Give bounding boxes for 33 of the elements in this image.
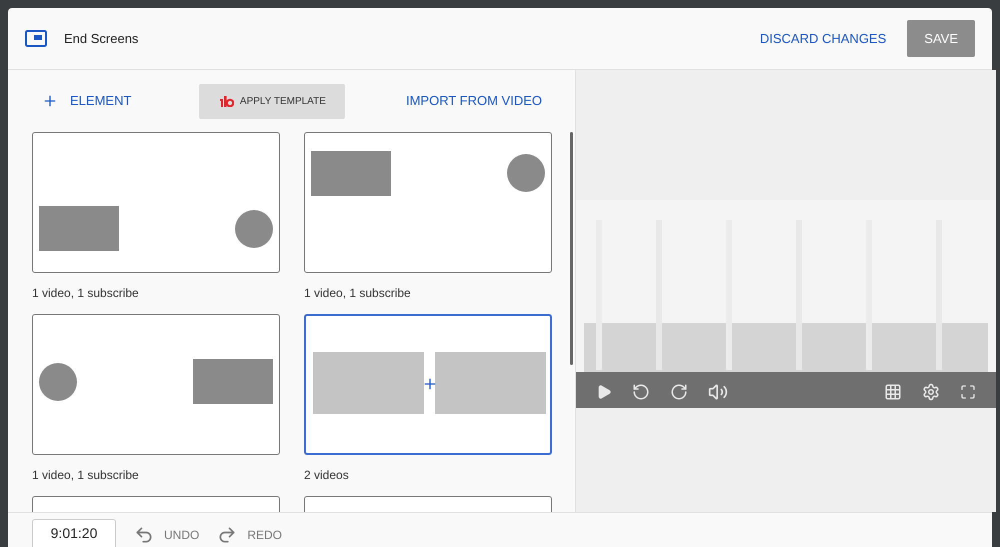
redo-button[interactable]: REDO xyxy=(217,523,282,547)
logo-icon xyxy=(218,96,234,106)
template-card[interactable] xyxy=(32,132,280,273)
grid-icon[interactable] xyxy=(884,383,902,401)
volume-icon[interactable] xyxy=(708,382,728,402)
template-card[interactable] xyxy=(304,314,552,455)
plus-icon xyxy=(422,376,438,392)
undo-icon xyxy=(134,525,154,545)
add-element-button[interactable]: ELEMENT xyxy=(42,91,132,111)
template-label: 1 video, 1 subscribe xyxy=(304,285,412,302)
subscribe-placeholder xyxy=(39,363,77,401)
apply-template-button[interactable]: APPLY TEMPLATE xyxy=(199,84,346,118)
play-icon[interactable] xyxy=(596,384,612,400)
template-card[interactable] xyxy=(304,132,552,273)
fullscreen-icon[interactable] xyxy=(960,384,976,400)
redo-icon xyxy=(217,525,238,545)
template-label: 1 video, 1 subscribe xyxy=(32,467,140,484)
subscribe-placeholder xyxy=(507,154,545,192)
import-button[interactable]: IMPORT FROM VIDEO xyxy=(406,91,542,111)
template-label: 1 video, 1 subscribe xyxy=(32,285,140,302)
undo-button[interactable]: UNDO xyxy=(134,523,200,547)
template-card[interactable] xyxy=(32,314,280,455)
template-label: 2 videos xyxy=(304,467,350,484)
discard-button[interactable]: DISCARD CHANGES xyxy=(760,28,886,48)
settings-icon[interactable] xyxy=(922,383,940,401)
end-screen-icon xyxy=(25,30,47,48)
forward-icon[interactable] xyxy=(670,383,688,401)
subscribe-placeholder xyxy=(235,210,273,248)
save-button[interactable]: SAVE xyxy=(907,20,975,57)
rewind-icon[interactable] xyxy=(632,383,650,401)
plus-icon xyxy=(42,93,58,109)
dialog-title: End Screens xyxy=(64,30,138,48)
time-field[interactable]: 9:01:20 xyxy=(32,519,116,547)
